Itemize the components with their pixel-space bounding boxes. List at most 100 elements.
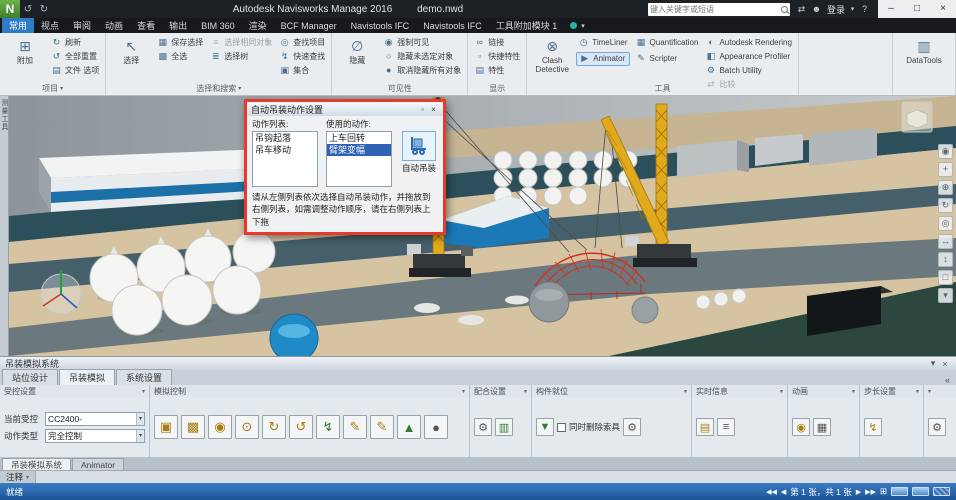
hide-button[interactable]: ∅ 隐藏	[336, 35, 378, 65]
search-icon[interactable]	[781, 6, 788, 13]
sheet-browser-icon[interactable]: ⊞	[880, 486, 887, 497]
list-item[interactable]: 上车回转	[327, 132, 391, 144]
last-sheet-button[interactable]: ▶▶	[865, 488, 876, 496]
tab-system-settings[interactable]: 系统设置	[116, 369, 172, 385]
sim-control-button-6[interactable]: ↺	[289, 415, 313, 439]
placement-gear-icon[interactable]: ⚙	[623, 418, 641, 436]
tab-viewpoint[interactable]: 视点	[34, 18, 66, 33]
select-same-button[interactable]: ≡选择相同对象	[208, 35, 274, 49]
close-button[interactable]: ×	[930, 0, 956, 18]
minimize-button[interactable]: –	[878, 0, 904, 18]
sign-in-button[interactable]: 登录	[824, 3, 848, 16]
datatools-button[interactable]: ▥ DataTools	[897, 35, 951, 65]
scripter-button[interactable]: ✎Scripter	[634, 52, 701, 66]
dock-tab-lifting-sim[interactable]: 吊装模拟系统	[2, 458, 71, 470]
realtime-list-icon[interactable]: ≡	[717, 418, 735, 436]
quantification-button[interactable]: ▦Quantification	[634, 36, 701, 50]
tab-home[interactable]: 常用	[2, 18, 34, 33]
walk-icon[interactable]: ↔	[938, 234, 953, 249]
select-all-button[interactable]: ▩全选	[155, 49, 205, 63]
batch-utility-button[interactable]: ⚙Batch Utility	[703, 63, 794, 77]
quick-find-button[interactable]: ↯快速查找	[277, 49, 327, 63]
coordination-chart-icon[interactable]: ▥	[495, 418, 513, 436]
help-icon[interactable]: ?	[857, 4, 872, 14]
maximize-button[interactable]: □	[904, 0, 930, 18]
panel-select-search-footer[interactable]: 选择和搜索▾	[108, 82, 329, 95]
dialog-close-icon[interactable]: ×	[428, 105, 439, 114]
refresh-button[interactable]: ↻刷新	[49, 35, 101, 49]
sim-control-button-5[interactable]: ↻	[262, 415, 286, 439]
list-item[interactable]: 吊钩起落	[253, 132, 317, 144]
chevron-down-icon[interactable]: ▾	[524, 388, 527, 395]
measure-tools-tab[interactable]: 测量工具	[0, 96, 9, 356]
sets-button[interactable]: ▣集合	[277, 63, 327, 77]
tab-tool-addins-1[interactable]: 工具附加模块 1	[489, 18, 565, 33]
list-item[interactable]: 吊车移动	[253, 144, 317, 156]
used-actions-listbox[interactable]: 上车回转 臂架变幅	[326, 131, 392, 187]
animation-camera-icon[interactable]: ◉	[792, 418, 810, 436]
delete-rigging-checkbox[interactable]	[557, 423, 566, 432]
sim-control-button-1[interactable]: ▣	[154, 415, 178, 439]
quick-properties-button[interactable]: ▫快捷特性	[472, 49, 522, 63]
animation-film-icon[interactable]: ▦	[813, 418, 831, 436]
links-button[interactable]: ∞链接	[472, 35, 522, 49]
steering-wheel-icon[interactable]: ◉	[938, 144, 953, 159]
sim-control-button-8[interactable]: ✎	[343, 415, 367, 439]
ribbon-display-options[interactable]: ▾	[564, 18, 591, 33]
require-button[interactable]: ◉强制可见	[381, 35, 463, 49]
next-sheet-button[interactable]: ▶	[856, 488, 861, 496]
file-options-button[interactable]: ▤文件 选项	[49, 63, 101, 77]
properties-button[interactable]: ▤特性	[472, 63, 522, 77]
exchange-icon[interactable]: ⇄	[794, 4, 809, 15]
undo-icon[interactable]: ↺	[20, 4, 36, 15]
timeliner-button[interactable]: ◷TimeLiner	[576, 36, 629, 50]
tab-review[interactable]: 审阅	[66, 18, 98, 33]
orbit-icon[interactable]: ↻	[938, 198, 953, 213]
appearance-profiler-button[interactable]: ◧Appearance Profiler	[703, 49, 794, 63]
list-item-selected[interactable]: 臂架变幅	[327, 144, 391, 156]
save-selection-button[interactable]: ▦保存选择	[155, 35, 205, 49]
autodesk-rendering-button[interactable]: ◐Autodesk Rendering	[703, 35, 794, 49]
redo-icon[interactable]: ↻	[36, 4, 52, 15]
realtime-clipboard-icon[interactable]: ▤	[696, 418, 714, 436]
chevron-down-icon[interactable]: ▾	[684, 388, 687, 395]
search-input[interactable]	[650, 5, 781, 14]
sim-control-button-3[interactable]: ◉	[208, 415, 232, 439]
camera-icon[interactable]: □	[938, 270, 953, 285]
chevron-down-icon[interactable]: ▾	[852, 388, 855, 395]
tab-lifting-sim[interactable]: 吊装模拟	[59, 369, 115, 385]
sim-control-button-11[interactable]: ●	[424, 415, 448, 439]
sim-control-button-9[interactable]: ✎	[370, 415, 394, 439]
dock-tab-animator[interactable]: Animator	[72, 458, 124, 470]
clash-detective-button[interactable]: ⊗ Clash Detective	[531, 35, 573, 74]
chevron-down-icon[interactable]: ▾	[142, 388, 145, 395]
app-logo[interactable]: N	[0, 0, 20, 18]
dialog-restore-icon[interactable]: ▫	[417, 105, 428, 114]
find-items-button[interactable]: ◎查找项目	[277, 35, 327, 49]
auto-lift-button[interactable]	[402, 131, 436, 161]
tab-output[interactable]: 输出	[162, 18, 194, 33]
hide-unselected-button[interactable]: ○隐藏未选定对象	[381, 49, 463, 63]
first-sheet-button[interactable]: ◀◀	[766, 488, 777, 496]
select-button[interactable]: ↖ 选择	[110, 35, 152, 65]
panel-menu-icon[interactable]: ▾	[927, 358, 939, 369]
chevron-down-icon[interactable]: ▾	[780, 388, 783, 395]
fly-icon[interactable]: ↕	[938, 252, 953, 267]
previous-sheet-button[interactable]: ◀	[781, 488, 786, 496]
chevron-down-icon[interactable]: ▾	[916, 388, 919, 395]
viewport-3d-scene[interactable]	[9, 96, 956, 356]
step-icon[interactable]: ↯	[864, 418, 882, 436]
collapse-icon[interactable]: «	[941, 375, 954, 385]
sim-control-button-2[interactable]: ▩	[181, 415, 205, 439]
coordination-gear-icon[interactable]: ⚙	[474, 418, 492, 436]
panel-project-footer[interactable]: 项目▾	[2, 82, 103, 95]
sim-control-button-7[interactable]: ↯	[316, 415, 340, 439]
extra-tool-icon[interactable]: ⚙	[928, 418, 946, 436]
look-icon[interactable]: ◎	[938, 216, 953, 231]
user-icon[interactable]: ☻	[809, 4, 824, 14]
pan-icon[interactable]: +	[938, 162, 953, 177]
tab-animation[interactable]: 动画	[98, 18, 130, 33]
chevron-down-icon[interactable]: ▾	[462, 388, 465, 395]
annotation-field[interactable]	[36, 471, 956, 483]
tab-navistools-ifc[interactable]: Navistools IFC	[344, 18, 417, 33]
